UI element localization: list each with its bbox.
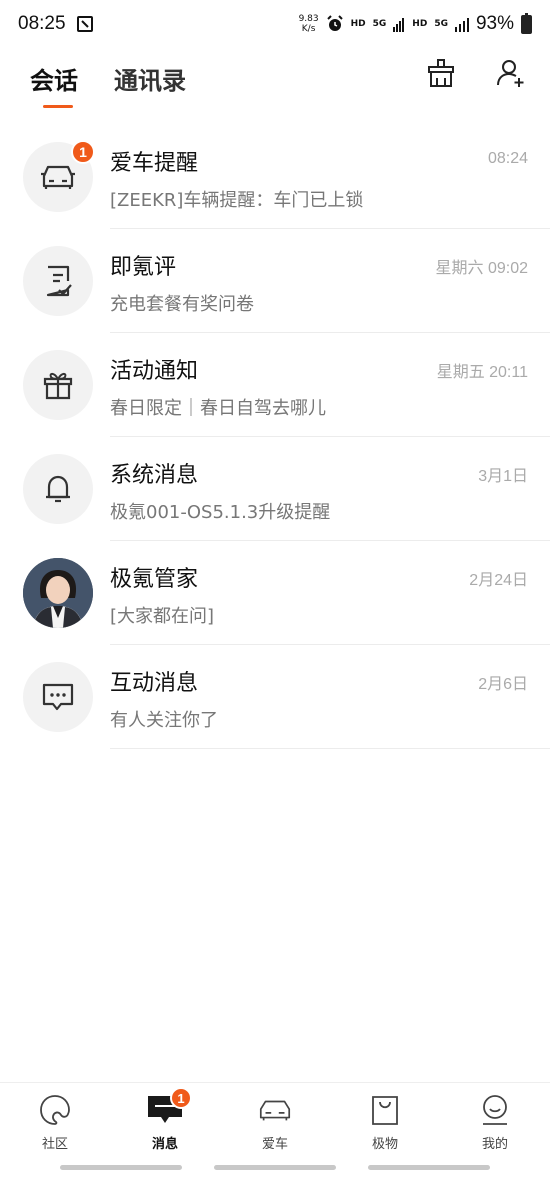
messages-page: 08:25 9.83 K/s HD 5G HD 5G 93% 会话 通讯录 1 … <box>0 0 550 1179</box>
conversation-item-car-reminder[interactable]: 1 爱车提醒 [ZEEKR]车辆提醒：车门已上锁 08:24 <box>0 125 550 229</box>
butler-avatar <box>23 558 93 628</box>
conversation-preview: [ZEEKR]车辆提醒：车门已上锁 <box>110 190 364 211</box>
active-tab-indicator <box>43 104 73 108</box>
shopping-bag-icon <box>372 1096 398 1125</box>
nav-messages[interactable]: 1 消息 <box>110 1083 220 1160</box>
conversation-title: 互动消息 <box>110 671 199 696</box>
net-speed: 9.83 K/s <box>299 14 319 34</box>
battery-percent: 93% <box>475 13 514 34</box>
net-speed-value: 9.83 <box>298 14 319 24</box>
signal-label-1: 5G <box>372 19 387 29</box>
signal-label-2: 5G <box>434 19 448 29</box>
avatar <box>23 454 93 524</box>
signal-icon-2 <box>454 18 469 32</box>
nav-car-label: 爱车 <box>261 1137 288 1152</box>
nav-messages-label: 消息 <box>151 1137 178 1152</box>
avatar: 1 <box>23 140 95 212</box>
conversation-time: 2月24日 <box>469 572 528 589</box>
bottom-nav: 社区 1 消息 爱车 极物 我的 <box>0 1082 550 1160</box>
nav-community-label: 社区 <box>41 1137 68 1152</box>
avatar <box>23 350 93 420</box>
nav-community[interactable]: 社区 <box>0 1083 110 1160</box>
conversation-title: 即氪评 <box>110 255 177 280</box>
status-time: 08:25 <box>18 13 66 34</box>
clean-icon <box>428 59 454 87</box>
add-contact-icon <box>497 60 524 87</box>
tab-contacts[interactable]: 通讯录 <box>114 61 186 96</box>
car-icon <box>259 1100 291 1121</box>
tab-conversations[interactable]: 会话 <box>30 61 78 108</box>
conversation-title: 爱车提醒 <box>110 151 199 176</box>
car-icon <box>41 165 75 189</box>
profile-icon <box>483 1095 507 1125</box>
nav-shop[interactable]: 极物 <box>330 1083 440 1160</box>
conversation-item-system[interactable]: 系统消息 极氪001-OS5.1.3升级提醒 3月1日 <box>0 437 550 541</box>
conversation-time: 星期五 20:11 <box>436 364 528 381</box>
conversation-item-interaction[interactable]: 互动消息 有人关注你了 2月6日 <box>0 645 550 749</box>
conversation-list: 1 爱车提醒 [ZEEKR]车辆提醒：车门已上锁 08:24 即氪评 充电套餐有… <box>0 125 550 749</box>
unread-badge: 1 <box>71 140 95 164</box>
avatar <box>23 246 93 316</box>
conversation-preview: 春日限定｜春日自驾去哪儿 <box>110 398 326 419</box>
conversation-title: 系统消息 <box>110 463 199 488</box>
hd-label-1: HD <box>350 19 366 29</box>
nav-shop-label: 极物 <box>371 1137 398 1152</box>
net-speed-unit: K/s <box>301 24 316 34</box>
conversation-item-activity[interactable]: 活动通知 春日限定｜春日自驾去哪儿 星期五 20:11 <box>0 333 550 437</box>
hd-label-2: HD <box>412 19 428 29</box>
gesture-bar-center <box>214 1165 336 1170</box>
gesture-bar-right <box>368 1165 490 1170</box>
conversation-title: 极氪管家 <box>110 567 199 592</box>
survey-icon <box>46 265 72 297</box>
conversation-time: 08:24 <box>487 150 528 167</box>
tab-contacts-label: 通讯录 <box>114 66 186 95</box>
nav-profile-label: 我的 <box>481 1137 508 1152</box>
conversation-preview: 极氪001-OS5.1.3升级提醒 <box>110 502 331 523</box>
conversation-time: 2月6日 <box>478 676 528 693</box>
conversation-time: 3月1日 <box>478 468 528 485</box>
conversation-preview: 有人关注你了 <box>110 710 218 731</box>
add-contact-button[interactable] <box>494 56 528 90</box>
nav-car[interactable]: 爱车 <box>220 1083 330 1160</box>
bell-icon <box>46 475 70 503</box>
header: 会话 通讯录 <box>0 48 550 108</box>
signal-icon-1 <box>393 18 405 32</box>
chat-icon <box>42 683 74 711</box>
sim-icon <box>76 16 93 32</box>
conversation-item-survey[interactable]: 即氪评 充电套餐有奖问卷 星期六 09:02 <box>0 229 550 333</box>
conversation-preview: 充电套餐有奖问卷 <box>110 294 254 315</box>
alarm-icon <box>326 15 343 31</box>
conversation-item-butler[interactable]: 极氪管家 [大家都在问] 2月24日 <box>0 541 550 645</box>
tab-conversations-label: 会话 <box>30 66 78 95</box>
battery-icon <box>521 12 532 34</box>
clean-button[interactable] <box>424 56 458 90</box>
butler-photo-icon <box>23 558 93 628</box>
conversation-time: 星期六 09:02 <box>435 260 529 277</box>
conversation-title: 活动通知 <box>110 359 199 384</box>
nav-profile[interactable]: 我的 <box>440 1083 550 1160</box>
status-bar: 08:25 9.83 K/s HD 5G HD 5G 93% <box>0 0 550 48</box>
nav-messages-badge: 1 <box>170 1087 192 1109</box>
gift-icon <box>43 372 73 400</box>
conversation-preview: [大家都在问] <box>110 606 215 627</box>
avatar <box>23 662 93 732</box>
community-icon <box>40 1095 70 1125</box>
gesture-bar-left <box>60 1165 182 1170</box>
